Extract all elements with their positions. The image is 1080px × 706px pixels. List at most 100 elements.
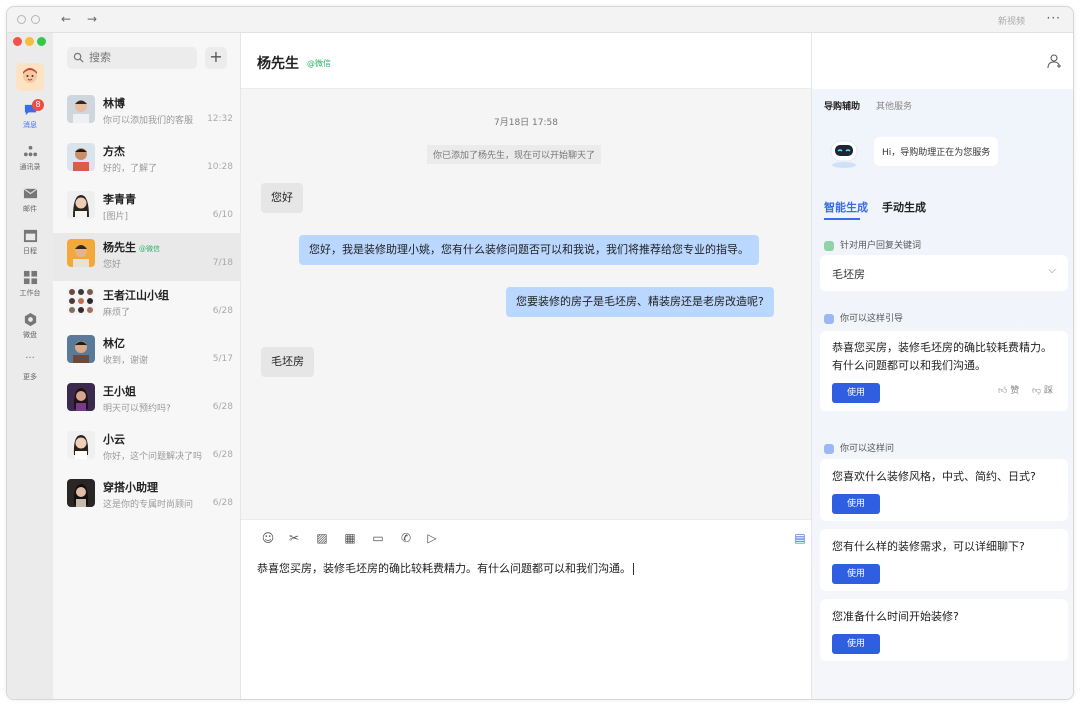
rail-item-messages[interactable]: 8 消息 bbox=[7, 97, 53, 137]
assistant-greeting: Hi，导购助理正在为您服务 bbox=[874, 137, 999, 166]
tab-smart-generate[interactable]: 智能生成 bbox=[824, 199, 868, 215]
conversation-name: 王者江山小组 bbox=[103, 289, 169, 302]
rail-item-drive[interactable]: 微盘 bbox=[7, 307, 53, 347]
conversation-preview: 好的，了解了 bbox=[103, 164, 158, 174]
use-button[interactable]: 使用 bbox=[832, 383, 880, 403]
avatar bbox=[67, 239, 95, 267]
back-arrow-icon[interactable]: ← bbox=[61, 12, 71, 26]
conversation-name: 李青青 bbox=[103, 193, 136, 206]
conversation-time: 7/18 bbox=[212, 258, 233, 268]
avatar bbox=[67, 431, 95, 459]
keyword-value: 毛坯房 bbox=[832, 268, 865, 281]
conversation-time: 5/17 bbox=[212, 354, 233, 364]
rail-item-workbench[interactable]: 工作台 bbox=[7, 265, 53, 305]
rail-item-calendar[interactable]: 日程 bbox=[7, 223, 53, 263]
conversation-item[interactable]: 方杰 好的，了解了 10:28 bbox=[53, 137, 241, 185]
conversation-time: 6/28 bbox=[212, 498, 233, 508]
system-message: 你已添加了杨先生，现在可以开始聊天了 bbox=[427, 145, 602, 164]
more-menu-icon[interactable]: ··· bbox=[1047, 11, 1061, 25]
conversation-item[interactable]: 李青青 [图片] 6/10 bbox=[53, 185, 241, 233]
rail-label-drive: 微盘 bbox=[23, 331, 37, 339]
thumbs-up-icon: 👍︎ bbox=[998, 386, 1008, 396]
rail-label-messages: 消息 bbox=[23, 121, 37, 129]
panel-toggle-icon[interactable]: ▤ bbox=[793, 531, 807, 545]
guide-text-line: 恭喜您买房，装修毛坯房的确比较耗费精力。 bbox=[832, 341, 1052, 354]
use-button[interactable]: 使用 bbox=[832, 494, 880, 514]
conversation-preview: 收到，谢谢 bbox=[103, 356, 149, 366]
tab-shopping-assist[interactable]: 导购辅助 bbox=[824, 99, 860, 112]
guide-section-label: 你可以这样引导 bbox=[824, 311, 903, 324]
conversation-item[interactable]: 林亿 收到，谢谢 5/17 bbox=[53, 329, 241, 377]
minimize-dot-icon[interactable] bbox=[31, 15, 40, 24]
rail-item-mail[interactable]: 邮件 bbox=[7, 181, 53, 221]
keyword-select[interactable]: 毛坯房 ⌵ bbox=[820, 255, 1068, 291]
close-dot-icon[interactable] bbox=[17, 15, 26, 24]
rail-label-mail: 邮件 bbox=[23, 205, 37, 213]
dislike-button[interactable]: 👎︎ 踩 bbox=[1032, 383, 1053, 396]
use-button[interactable]: 使用 bbox=[832, 564, 880, 584]
rail-item-more[interactable]: ··· 更多 bbox=[7, 349, 53, 389]
phone-icon[interactable]: ✆ bbox=[399, 531, 413, 545]
calendar-icon[interactable]: ▦ bbox=[343, 531, 357, 545]
add-chat-button[interactable]: + bbox=[205, 47, 227, 69]
message-bubble-outgoing[interactable]: 您要装修的房子是毛坯房、精装房还是老房改造呢? bbox=[506, 287, 774, 317]
question-text: 您准备什么时间开始装修? bbox=[832, 610, 959, 623]
titlebar-right-text: 新视频 bbox=[997, 17, 1025, 27]
conversation-item[interactable]: 穿搭小助理 这是你的专属时尚顾问 6/28 bbox=[53, 473, 241, 521]
tab-manual-generate[interactable]: 手动生成 bbox=[882, 199, 926, 215]
date-stamp: 7月18日 17:58 bbox=[494, 118, 558, 128]
conversation-item[interactable]: 林博 你可以添加我们的客服 12:32 bbox=[53, 89, 241, 137]
conversation-preview: 麻烦了 bbox=[103, 308, 131, 318]
forward-arrow-icon[interactable]: → bbox=[87, 12, 97, 26]
question-card: 您喜欢什么装修风格，中式、简约、日式? 使用 bbox=[820, 459, 1068, 521]
app-window: ← → 新视频 ··· 8 消息 通讯录 邮件 日程 工作台 微盘 ··· 更多… bbox=[6, 6, 1074, 700]
search-placeholder: 搜索 bbox=[89, 51, 111, 64]
folder-icon[interactable]: ▭ bbox=[371, 531, 385, 545]
video-icon[interactable]: ▷ bbox=[425, 531, 439, 545]
conversation-item[interactable]: 小云 你好，这个问题解决了吗? 6/28 bbox=[53, 425, 241, 473]
user-avatar[interactable] bbox=[16, 63, 44, 91]
avatar bbox=[67, 383, 95, 411]
image-icon[interactable]: ▨ bbox=[315, 531, 329, 545]
message-bubble-outgoing[interactable]: 您好，我是装修助理小姚，您有什么装修问题否可以和我说，我们将推荐给您专业的指导。 bbox=[299, 235, 759, 265]
scissors-icon[interactable]: ✂ bbox=[287, 531, 301, 545]
conversation-name: 王小姐 bbox=[103, 385, 136, 398]
conversation-preview: 您好 bbox=[103, 260, 122, 270]
conversation-item[interactable]: 王小姐 明天可以预约吗? 6/28 bbox=[53, 377, 241, 425]
conversation-item[interactable]: 王者江山小组 麻烦了 6/28 bbox=[53, 281, 241, 329]
traffic-close-icon[interactable] bbox=[13, 37, 22, 46]
conversation-name: 林博 bbox=[103, 97, 125, 110]
conversation-item-active[interactable]: 杨先生 @微信 您好 7/18 bbox=[53, 233, 241, 281]
add-user-icon[interactable] bbox=[1047, 53, 1063, 69]
title-bar: ← → 新视频 ··· bbox=[7, 7, 1073, 33]
guide-icon bbox=[824, 313, 834, 324]
avatar bbox=[67, 95, 95, 123]
traffic-minimize-icon[interactable] bbox=[25, 37, 34, 46]
chat-panel: 杨先生 @微信 7月18日 17:58 你已添加了杨先生，现在可以开始聊天了 您… bbox=[241, 33, 811, 699]
rail-label-workbench: 工作台 bbox=[19, 289, 41, 297]
active-tab-indicator bbox=[824, 218, 860, 220]
tab-other-services[interactable]: 其他服务 bbox=[876, 99, 912, 112]
conversation-time: 6/28 bbox=[212, 306, 233, 316]
message-bubble-incoming[interactable]: 毛坯房 bbox=[261, 347, 314, 377]
rail-item-contacts[interactable]: 通讯录 bbox=[7, 139, 53, 179]
message-composer[interactable]: ☺ ✂ ▨ ▦ ▭ ✆ ▷ ▤ 恭喜您买房，装修毛坯房的确比较耗费精力。有什么问… bbox=[241, 519, 811, 699]
wechat-tag: @微信 bbox=[139, 245, 160, 253]
plus-icon: + bbox=[209, 47, 223, 66]
keyword-icon bbox=[824, 240, 834, 251]
avatar bbox=[67, 479, 95, 507]
use-button[interactable]: 使用 bbox=[832, 634, 880, 654]
message-bubble-incoming[interactable]: 您好 bbox=[261, 183, 303, 213]
emoji-icon[interactable]: ☺ bbox=[261, 531, 275, 545]
conversation-time: 10:28 bbox=[207, 162, 233, 172]
avatar bbox=[67, 191, 95, 219]
traffic-zoom-icon[interactable] bbox=[37, 37, 46, 46]
user-avatar-icon bbox=[23, 68, 37, 83]
search-input[interactable]: 搜索 bbox=[67, 47, 197, 69]
conversation-name: 小云 bbox=[103, 433, 125, 446]
rail-label-calendar: 日程 bbox=[23, 247, 37, 255]
like-button[interactable]: 👍︎ 赞 bbox=[998, 383, 1019, 396]
conversation-time: 6/28 bbox=[212, 402, 233, 412]
conversation-name: 杨先生 @微信 bbox=[103, 241, 160, 254]
draft-text[interactable]: 恭喜您买房，装修毛坯房的确比较耗费精力。有什么问题都可以和我们沟通。 bbox=[257, 560, 634, 576]
